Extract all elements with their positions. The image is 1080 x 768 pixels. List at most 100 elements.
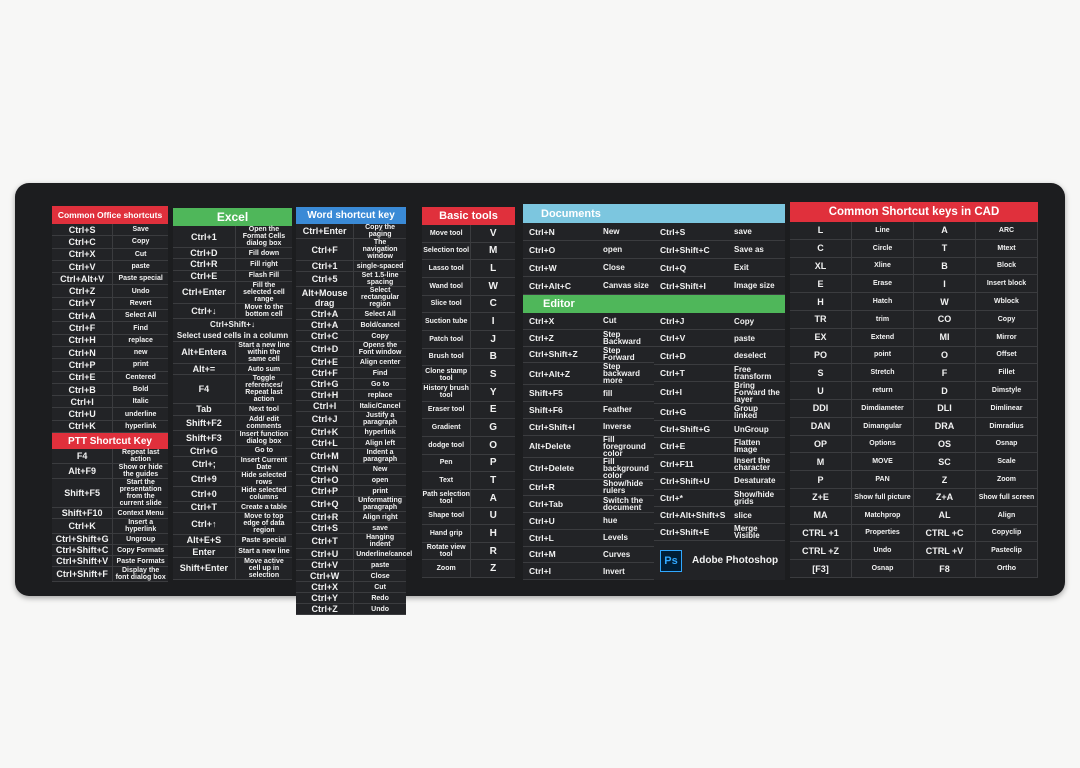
shortcut-key: Ctrl+D <box>173 248 236 259</box>
shortcut-key: CTRL +1 <box>790 524 852 542</box>
shortcut-row: DAN Dimangular DRA Dimradius <box>790 417 1038 436</box>
shortcut-action: Undo <box>371 605 390 613</box>
shortcut-row: Ctrl+↑ Move to top edge of data region <box>173 513 292 536</box>
shortcut-key: Ctrl+R <box>173 259 236 270</box>
shortcut-key: Ctrl+I <box>660 387 682 398</box>
shortcut-key: Ctrl+R <box>296 512 355 522</box>
shortcut-key: Ctrl+L <box>529 532 554 543</box>
shortcut-key: Rotate view tool <box>422 542 472 560</box>
shortcut-row: Ctrl+Delete Fill background color <box>523 457 654 480</box>
shortcut-row: Ctrl+K Insert a hyperlink <box>52 519 168 534</box>
shortcut-action: Switch the document <box>603 496 644 513</box>
shortcut-row: Alt+F9 Show or hide the guides <box>52 464 168 479</box>
shortcut-row: Ctrl+Shift+C Save as <box>654 241 785 259</box>
shortcut-action: Dimlinear <box>976 399 1038 417</box>
shortcut-action: Stretch <box>852 364 914 382</box>
shortcut-key: Ctrl+Shift+G <box>52 534 114 544</box>
shortcut-action: Step Backward <box>603 329 641 346</box>
shortcut-action: Save <box>132 226 149 234</box>
shortcut-row: Ctrl+I Bring Forward the layer <box>654 381 785 404</box>
shortcut-action: Mirror <box>976 328 1038 346</box>
shortcut-key: Ctrl+Alt+V <box>52 273 114 285</box>
shortcut-action: Opens the Font window <box>358 342 402 356</box>
shortcut-key: Ctrl+Delete <box>529 463 575 473</box>
shortcut-row: Ctrl+R Show/hide rulers <box>523 479 654 497</box>
shortcut-row: Ctrl+Shift+I Image size <box>654 277 785 295</box>
shortcut-key: Ctrl+Alt+C <box>529 280 572 291</box>
shortcut-action: New <box>372 465 388 473</box>
shortcut-action: Z <box>490 563 497 575</box>
shortcut-action: Align center <box>359 358 401 366</box>
shortcut-row: Ctrl+L Align left <box>296 438 406 449</box>
shortcut-key: Tab <box>173 404 236 415</box>
shortcut-key: Ctrl+K <box>52 420 114 433</box>
documents-title: Documents <box>541 207 601 220</box>
shortcut-key: T <box>914 239 976 257</box>
shortcut-key: F <box>914 364 976 382</box>
shortcut-row: Shape tool U <box>422 507 515 526</box>
shortcut-row: Ctrl+Shift+V Paste Formats <box>52 556 168 567</box>
photoshop-name: Adobe Photoshop <box>692 555 779 567</box>
photoshop-panel: Documents Ctrl+N New Ctrl+O open Ctrl+W Close… <box>523 204 785 580</box>
shortcut-row: Ctrl+O open <box>296 475 406 486</box>
shortcut-action: open <box>603 245 623 254</box>
shortcut-action: Dimstyle <box>976 382 1038 399</box>
shortcut-action: Align right <box>362 513 398 521</box>
shortcut-key: Ctrl+Q <box>660 262 687 273</box>
shortcut-key: L <box>790 222 852 239</box>
shortcut-row: Ctrl+Shift+Z Step Forward <box>523 346 654 364</box>
shortcut-key: Ctrl+D <box>296 342 355 356</box>
shortcut-row: Ctrl+K hyperlink <box>296 427 406 438</box>
shortcut-row: Rotate view tool R <box>422 542 515 561</box>
shortcut-action: Select used cells in a column <box>176 330 289 340</box>
shortcut-action: New <box>603 227 620 236</box>
shortcut-action: Mtext <box>976 239 1038 257</box>
shortcut-action: Paste special <box>241 536 287 544</box>
shortcut-action: single-spaced <box>356 262 404 270</box>
shortcut-key: Ctrl+5 <box>296 272 355 286</box>
shortcut-action: Zoom <box>976 471 1038 488</box>
shortcut-row: Ctrl+H replace <box>52 334 168 347</box>
shortcut-key: Ctrl+; <box>173 456 236 471</box>
shortcut-key: Z <box>914 471 976 488</box>
shortcut-key: Ctrl+U <box>52 408 114 420</box>
shortcut-row: Shift+Enter Move active cell up in select… <box>173 557 292 580</box>
shortcut-key: Ctrl+H <box>296 390 355 400</box>
shortcut-key: [F3] <box>790 560 852 577</box>
shortcut-action: Insert block <box>976 275 1038 293</box>
shortcut-row: Ctrl+Enter Copy the paging <box>296 224 406 239</box>
shortcut-row: Ctrl+A Select All <box>296 309 406 320</box>
shortcut-action: Find <box>372 369 388 377</box>
shortcut-action: Exit <box>734 263 749 272</box>
shortcut-key: Ctrl+I <box>52 396 114 408</box>
shortcut-action: open <box>371 476 389 484</box>
shortcut-action: Open the Format Cells dialog box <box>242 226 286 247</box>
shortcut-action: Toggle references/ Repeat last action <box>245 375 283 404</box>
shortcut-row: DDI Dimdiameter DLI Dimlinear <box>790 399 1038 418</box>
shortcut-key: U <box>790 382 852 399</box>
word-panel: Word shortcut key Ctrl+Enter Copy the pag… <box>296 207 412 615</box>
shortcut-action: G <box>489 422 498 434</box>
shortcut-row: Ctrl+Enter Fill the selected cell range <box>173 281 292 304</box>
shortcut-key: Gradient <box>422 419 472 436</box>
shortcut-action: Xline <box>852 257 914 275</box>
shortcut-key: Hand grip <box>422 525 472 542</box>
shortcut-action: Offset <box>976 346 1038 364</box>
shortcut-key: F4 <box>173 375 236 404</box>
shortcut-action: Ungroup <box>126 535 156 543</box>
shortcut-action: Undo <box>131 287 150 295</box>
shortcut-row: Ctrl+U underline <box>52 408 168 421</box>
shortcut-action: Add/ edit comments <box>246 415 282 430</box>
shortcut-key: Ctrl+Alt+Z <box>529 368 571 379</box>
shortcut-row: Brush tool B <box>422 348 515 367</box>
photoshop-badge: Ps Adobe Photoshop <box>654 541 785 580</box>
shortcut-action: Display the font dialog box <box>115 567 166 581</box>
shortcut-action: Save as <box>734 245 764 254</box>
shortcut-key: CTRL +C <box>914 524 976 542</box>
shortcut-key: Ctrl+P <box>52 359 114 371</box>
shortcut-row: Text T <box>422 472 515 490</box>
shortcut-action: Canvas size <box>603 281 649 290</box>
shortcut-action: Revert <box>129 299 152 307</box>
shortcut-action: Start a new line <box>238 548 290 556</box>
shortcut-action: Block <box>976 257 1038 275</box>
